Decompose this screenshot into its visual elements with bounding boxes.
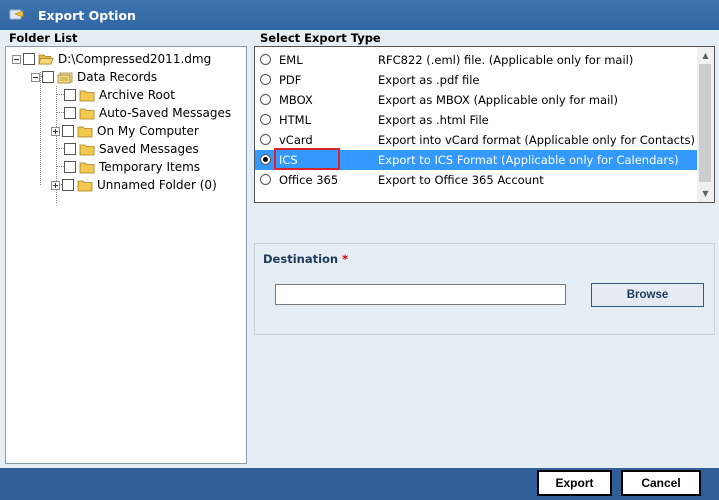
records-icon — [57, 72, 73, 83]
tree-node-auto-saved[interactable]: Auto-Saved Messages — [64, 104, 231, 122]
checkbox[interactable] — [64, 89, 76, 101]
open-folder-icon — [38, 54, 54, 64]
required-mark: * — [342, 252, 349, 266]
folder-list-label: Folder List — [9, 31, 78, 45]
radio-button[interactable] — [260, 74, 271, 85]
export-option-ics[interactable]: ICS Export to ICS Format (Applicable onl… — [255, 148, 697, 170]
checkbox[interactable] — [62, 125, 74, 137]
export-type-list: EML RFC822 (.eml) file. (Applicable only… — [254, 46, 715, 203]
option-name: Office 365 — [279, 173, 339, 187]
radio-button[interactable] — [260, 114, 271, 125]
window-title: Export Option — [38, 8, 136, 23]
title-bar: Export Option — [0, 0, 719, 30]
tree-label: Temporary Items — [99, 160, 201, 174]
browse-button[interactable]: Browse — [591, 283, 704, 307]
tree-node-saved-messages[interactable]: Saved Messages — [64, 140, 199, 158]
collapse-icon[interactable] — [12, 54, 21, 64]
option-description: Export as .pdf file — [378, 73, 480, 87]
scroll-thumb[interactable] — [699, 64, 711, 182]
radio-button[interactable] — [260, 94, 271, 105]
scroll-down-icon[interactable]: ▼ — [697, 185, 714, 202]
option-name: vCard — [279, 133, 313, 147]
folder-icon — [77, 126, 93, 137]
export-option-office365[interactable]: Office 365 Export to Office 365 Account — [255, 170, 697, 190]
footer-bar: Export Cancel — [0, 468, 719, 500]
tree-label: Archive Root — [99, 88, 175, 102]
app-icon — [9, 9, 24, 20]
tree-label-data-records: Data Records — [77, 70, 158, 84]
folder-icon — [79, 144, 95, 155]
radio-button[interactable] — [260, 174, 271, 185]
destination-panel: Destination * Browse — [254, 243, 715, 335]
option-description: RFC822 (.eml) file. (Applicable only for… — [378, 53, 634, 67]
checkbox[interactable] — [62, 179, 74, 191]
tree-node-on-my-computer[interactable]: On My Computer — [51, 122, 199, 140]
option-name: EML — [279, 53, 303, 67]
tree-node-archive-root[interactable]: Archive Root — [64, 86, 175, 104]
tree-label: Unnamed Folder (0) — [97, 178, 217, 192]
export-option-vcard[interactable]: vCard Export into vCard format (Applicab… — [255, 130, 697, 150]
folder-icon — [79, 90, 95, 101]
folder-icon — [77, 180, 93, 191]
export-option-html[interactable]: HTML Export as .html File — [255, 110, 697, 130]
checkbox[interactable] — [42, 71, 54, 83]
vertical-scrollbar[interactable]: ▲ ▼ — [697, 47, 714, 202]
option-name: HTML — [279, 113, 312, 127]
option-description: Export as MBOX (Applicable only for mail… — [378, 93, 618, 107]
export-option-pdf[interactable]: PDF Export as .pdf file — [255, 70, 697, 90]
scroll-up-icon[interactable]: ▲ — [697, 47, 714, 64]
tree-label-root: D:\Compressed2011.dmg — [58, 52, 212, 66]
option-description: Export to ICS Format (Applicable only fo… — [378, 153, 679, 167]
destination-label-text: Destination — [263, 252, 339, 266]
destination-label: Destination * — [263, 252, 348, 266]
checkbox[interactable] — [64, 161, 76, 173]
tree-node-root[interactable]: D:\Compressed2011.dmg — [12, 50, 211, 68]
folder-tree: D:\Compressed2011.dmg Data Records Archi… — [5, 46, 247, 464]
destination-path-input[interactable] — [275, 284, 566, 305]
export-type-label: Select Export Type — [260, 31, 381, 45]
tree-node-data-records[interactable]: Data Records — [31, 68, 157, 86]
collapse-icon[interactable] — [31, 72, 40, 82]
radio-button-selected[interactable] — [260, 154, 271, 165]
tree-label: Auto-Saved Messages — [99, 106, 232, 120]
tree-node-unnamed-folder[interactable]: Unnamed Folder (0) — [51, 176, 217, 194]
checkbox[interactable] — [23, 53, 35, 65]
option-description: Export into vCard format (Applicable onl… — [378, 133, 695, 147]
radio-button[interactable] — [260, 54, 271, 65]
checkbox[interactable] — [64, 107, 76, 119]
tree-label: Saved Messages — [99, 142, 199, 156]
cancel-button[interactable]: Cancel — [621, 470, 701, 496]
expand-icon[interactable] — [51, 180, 60, 190]
export-option-eml[interactable]: EML RFC822 (.eml) file. (Applicable only… — [255, 50, 697, 70]
export-option-mbox[interactable]: MBOX Export as MBOX (Applicable only for… — [255, 90, 697, 110]
option-description: Export as .html File — [378, 113, 489, 127]
radio-button[interactable] — [260, 134, 271, 145]
option-name: MBOX — [279, 93, 313, 107]
tree-node-temporary-items[interactable]: Temporary Items — [64, 158, 200, 176]
highlight-box — [274, 148, 340, 170]
expand-icon[interactable] — [51, 126, 60, 136]
folder-icon — [79, 108, 95, 119]
option-description: Export to Office 365 Account — [378, 173, 544, 187]
folder-icon — [79, 162, 95, 173]
tree-label: On My Computer — [97, 124, 199, 138]
checkbox[interactable] — [64, 143, 76, 155]
export-button[interactable]: Export — [537, 470, 612, 496]
option-name: PDF — [279, 73, 302, 87]
